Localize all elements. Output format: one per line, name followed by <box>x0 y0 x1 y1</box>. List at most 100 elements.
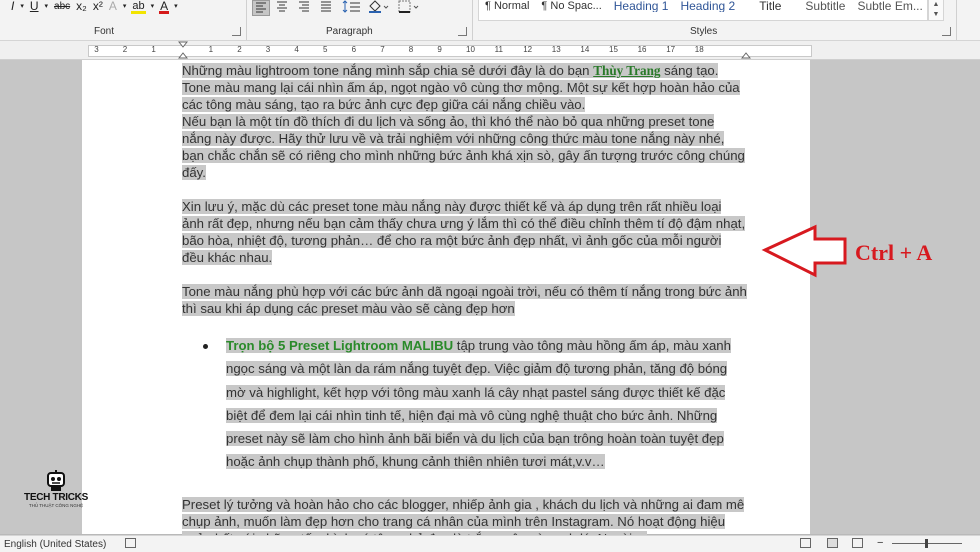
selected-text: Những màu lightroom tone nắng mình sắp c… <box>182 63 719 78</box>
macro-record-icon[interactable] <box>125 538 136 548</box>
chevron-down-icon[interactable]: ▾ <box>120 0 130 15</box>
font-color-button[interactable]: A <box>157 0 171 15</box>
selected-text: Nếu bạn là một tín đồ thích đi du lịch v… <box>182 114 745 180</box>
text-effects-button[interactable]: A <box>106 0 120 15</box>
ruler-number: 4 <box>294 45 299 54</box>
justify-button[interactable] <box>318 0 336 16</box>
document-page[interactable]: Những màu lightroom tone nắng mình sắp c… <box>82 60 810 546</box>
paragraph-dialog-launcher-icon[interactable] <box>458 27 467 36</box>
robot-icon <box>47 470 65 491</box>
line-spacing-button[interactable] <box>340 0 362 16</box>
styles-dialog-launcher-icon[interactable] <box>942 27 951 36</box>
paragraph-buttons <box>252 0 422 18</box>
bullet-list-item: Trọn bộ 5 Preset Lightroom MALIBU tập tr… <box>182 334 747 474</box>
author-link[interactable]: Thùy Trang <box>593 63 660 78</box>
ruler-number: 1 <box>208 45 214 54</box>
ruler-number: 9 <box>437 45 442 54</box>
document-canvas: Những màu lightroom tone nắng mình sắp c… <box>0 60 980 546</box>
style-subtitle[interactable]: Subtitle <box>799 0 851 12</box>
superscript-button[interactable]: x² <box>90 0 106 15</box>
ruler-number: 2 <box>237 45 242 54</box>
align-center-icon <box>277 1 287 12</box>
ruler-number: 3 <box>94 45 99 54</box>
align-left-button[interactable] <box>252 0 270 16</box>
ruler-number: 17 <box>666 45 676 54</box>
ruler-number: 11 <box>494 45 503 54</box>
style-normal[interactable]: ¶ Normal <box>479 0 535 12</box>
chevron-down-icon[interactable]: ▾ <box>17 0 27 15</box>
align-left-icon <box>256 2 266 13</box>
style-no-spacing[interactable]: ¶ No Spac... <box>535 0 607 12</box>
style-heading-2[interactable]: Heading 2 <box>674 0 741 12</box>
group-divider <box>472 0 473 40</box>
italic-button[interactable]: I <box>8 0 17 15</box>
document-body[interactable]: Những màu lightroom tone nắng mình sắp c… <box>182 62 747 547</box>
highlight-button[interactable]: ab <box>129 0 147 15</box>
group-label-font: Font <box>94 26 115 37</box>
style-heading-1[interactable]: Heading 1 <box>608 0 675 12</box>
justify-icon <box>321 1 331 12</box>
shortcut-label: Ctrl + A <box>855 240 933 265</box>
group-label-styles: Styles <box>690 26 718 37</box>
strikethrough-button[interactable]: abc <box>51 0 73 15</box>
ruler-number: 10 <box>466 45 475 54</box>
paint-bucket-icon <box>369 0 389 13</box>
horizontal-ruler[interactable]: 3 2 1 1 2 3 4 5 6 7 8 9 10 11 12 13 14 15 16 17 18 <box>0 41 980 60</box>
paragraph: Xin lưu ý, mặc dù các preset tone màu nắ… <box>182 198 747 266</box>
ruler-number: 8 <box>408 45 414 54</box>
line-spacing-icon <box>342 0 360 13</box>
ruler-number: 12 <box>523 45 533 54</box>
chevron-down-icon[interactable]: ▼ <box>929 10 943 20</box>
group-divider <box>956 0 957 40</box>
right-indent-marker-icon[interactable] <box>741 49 751 59</box>
selected-text: Xin lưu ý, mặc dù các preset tone màu nắ… <box>182 199 746 265</box>
align-right-icon <box>299 1 309 12</box>
paragraph: Tone màu mang lại cái nhìn ấm áp, ngọt n… <box>182 79 747 113</box>
language-indicator[interactable]: English (United States) <box>4 539 106 550</box>
chevron-up-icon[interactable]: ▲ <box>929 0 943 10</box>
align-center-button[interactable] <box>274 0 292 16</box>
font-color-bar <box>159 11 170 14</box>
paragraph: Tone màu nắng phù hợp với các bức ảnh dã… <box>182 283 747 317</box>
text-run: sáng tạo. <box>660 63 719 78</box>
ruler-number: 7 <box>380 45 385 54</box>
preset-title: Trọn bộ 5 Preset Lightroom MALIBU <box>226 338 454 353</box>
style-subtle-emphasis[interactable]: Subtle Em... <box>851 0 928 12</box>
shading-button[interactable] <box>366 0 392 16</box>
font-dialog-launcher-icon[interactable] <box>232 27 241 36</box>
status-bar: English (United States) − <box>0 535 980 552</box>
style-title[interactable]: Title <box>741 0 799 12</box>
borders-icon <box>398 0 419 13</box>
zoom-out-icon[interactable]: − <box>877 537 883 549</box>
print-layout-icon[interactable] <box>827 538 838 548</box>
chevron-down-icon[interactable]: ▾ <box>148 0 158 15</box>
styles-scroll[interactable]: ▲ ▼ <box>928 0 944 21</box>
selected-text: Tone màu mang lại cái nhìn ấm áp, ngọt n… <box>182 80 740 112</box>
zoom-handle[interactable] <box>925 539 928 548</box>
ruler-number: 5 <box>323 45 328 54</box>
web-layout-icon[interactable] <box>852 538 863 548</box>
logo-name: TECH TRICKS <box>24 492 88 503</box>
chevron-down-icon[interactable]: ▾ <box>42 0 52 15</box>
ruler-number: 18 <box>694 45 704 54</box>
ruler-number: 3 <box>265 45 271 54</box>
empty-line <box>182 266 747 283</box>
ribbon: I ▾ U ▾ abc x₂ x² A ▾ ab ▾ A ▾ Font Para… <box>0 0 980 41</box>
ruler-number: 16 <box>637 45 647 54</box>
ruler-number: 13 <box>551 45 561 54</box>
selected-text: Tone màu nắng phù hợp với các bức ảnh dã… <box>182 284 747 316</box>
highlight-color-bar <box>131 11 146 14</box>
bullet-icon <box>203 344 208 349</box>
borders-button[interactable] <box>396 0 422 16</box>
read-mode-icon[interactable] <box>800 538 811 548</box>
text-run: Những màu lightroom tone nắng mình sắp c… <box>182 63 594 78</box>
underline-button[interactable]: U <box>27 0 42 15</box>
group-label-paragraph: Paragraph <box>326 26 373 37</box>
group-divider <box>246 0 247 40</box>
subscript-button[interactable]: x₂ <box>73 0 90 15</box>
chevron-down-icon[interactable]: ▾ <box>171 0 181 15</box>
logo: TECH TRICKS THỦ THUẬT CÔNG NGHỆ <box>16 470 96 522</box>
indent-marker-icon[interactable] <box>178 41 188 59</box>
ruler-number: 6 <box>351 45 357 54</box>
align-right-button[interactable] <box>296 0 314 16</box>
